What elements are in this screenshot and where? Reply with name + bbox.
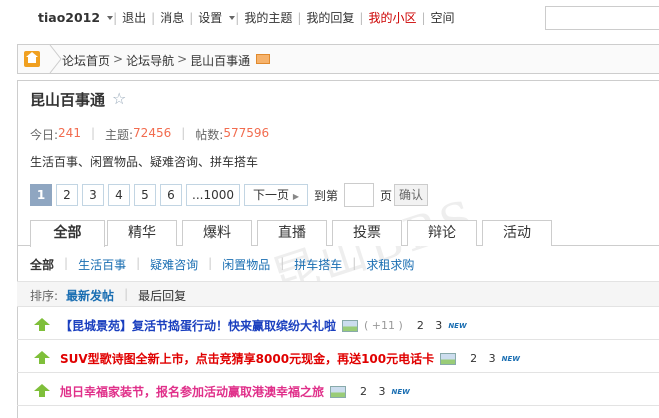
thread-up-arrow-icon (34, 318, 50, 331)
thread-pages[interactable]: 2 3 (360, 385, 390, 398)
page-button-2[interactable]: 2 (56, 184, 78, 206)
top-bar: tiao2012 | 退出 | 消息 | 设置 | 我的主题 | 我的回复 | … (0, 0, 659, 36)
subcategory-filter: 全部 | 生活百事 | 疑难咨询 | 闲置物品 | 拼车搭车 | 求租求购 (30, 256, 414, 273)
thread-title-link[interactable]: 旭日幸福家装节，报名参加活动赢取港澳幸福之旅 (60, 383, 324, 400)
page-button-4[interactable]: 4 (108, 184, 130, 206)
table-row[interactable]: SUV型歌诗图全新上市，点击竞猜享8000元现金，再送100元电话卡 2 3 N… (17, 341, 659, 373)
table-row[interactable]: 旭日幸福家装节，报名参加活动赢取港澳幸福之旅 2 3 NEW (17, 374, 659, 406)
sort-last-reply[interactable]: 最后回复 (138, 287, 186, 304)
subcat-all[interactable]: 全部 (30, 256, 54, 273)
tab-poll[interactable]: 投票 (332, 220, 402, 246)
divider: | (90, 126, 95, 140)
subcat-idle-items[interactable]: 闲置物品 (222, 256, 270, 273)
page-button-5[interactable]: 5 (134, 184, 156, 206)
breadcrumb-links: 论坛首页 > 论坛导航 > 昆山百事通 (62, 52, 271, 69)
page-button-1[interactable]: 1 (30, 184, 52, 206)
tab-all[interactable]: 全部 (30, 220, 105, 247)
subcat-carpool[interactable]: 拼车搭车 (294, 256, 342, 273)
page-button-6[interactable]: 6 (160, 184, 182, 206)
subcat-questions[interactable]: 疑难咨询 (150, 256, 198, 273)
jump-label: 到第 (313, 188, 338, 203)
divider: | (208, 256, 213, 270)
messages-link[interactable]: 消息 (155, 11, 189, 25)
new-badge: NEW (448, 321, 467, 330)
tab-digest[interactable]: 精华 (107, 220, 177, 246)
image-attachment-icon (330, 385, 347, 398)
sort-newest[interactable]: 最新发帖 (66, 287, 114, 304)
thread-pages[interactable]: 2 3 (470, 352, 500, 365)
page-jump-input[interactable] (344, 183, 374, 207)
page-button-3[interactable]: 3 (82, 184, 104, 206)
tab-activity[interactable]: 活动 (482, 220, 552, 246)
divider: | (136, 256, 141, 270)
top-nav: tiao2012 | 退出 | 消息 | 设置 | 我的主题 | 我的回复 | … (38, 11, 460, 26)
breadcrumb-forum-home[interactable]: 论坛首页 (62, 52, 110, 69)
sort-label: 排序: (30, 289, 59, 303)
image-attachment-icon (440, 352, 457, 365)
chevron-right-icon: > (113, 52, 124, 66)
next-page-button[interactable]: 下一页 ▶ (243, 184, 308, 206)
forum-stats: 今日: 241 | 主题: 72456 | 帖数: 577596 (30, 126, 269, 143)
divider: | (352, 256, 357, 270)
new-badge: NEW (391, 387, 410, 396)
topics-count: 72456 (133, 126, 172, 140)
table-row[interactable]: 【昆城景苑】复活节捣蛋行动！快来赢取缤纷大礼啦 ( +11 ) 2 3 NEW (17, 308, 659, 340)
forum-description: 生活百事、闲置物品、疑难咨询、拼车搭车 (30, 155, 259, 169)
breadcrumb: 论坛首页 > 论坛导航 > 昆山百事通 (17, 44, 659, 74)
username-link[interactable]: tiao2012 (38, 11, 105, 25)
thread-up-arrow-icon (34, 351, 50, 364)
divider: | (181, 126, 186, 140)
today-count: 241 (58, 126, 81, 140)
tab-live[interactable]: 直播 (257, 220, 327, 246)
settings-link[interactable]: 设置 (193, 11, 227, 25)
page-button-last[interactable]: ...1000 (186, 184, 240, 206)
thread-pages[interactable]: 2 3 (417, 319, 447, 332)
thread-up-arrow-icon (34, 384, 50, 397)
pagination: 1 2 3 4 5 6 ...1000 下一页 ▶ 到第 页 确认 (30, 183, 429, 207)
page-unit-label: 页 (380, 188, 393, 203)
breadcrumb-current[interactable]: 昆山百事通 (190, 52, 250, 69)
next-page-label: 下一页 (252, 188, 289, 202)
logout-link[interactable]: 退出 (117, 11, 151, 25)
new-badge: NEW (501, 354, 520, 363)
breadcrumb-forum-nav[interactable]: 论坛导航 (126, 52, 174, 69)
divider: | (124, 287, 129, 301)
breadcrumb-separator-icon (49, 45, 62, 73)
thread-type-tabs: 全部 精华 爆料 直播 投票 辩论 活动 (17, 216, 659, 247)
posts-label: 帖数: (195, 128, 224, 142)
topics-label: 主题: (105, 128, 134, 142)
my-topics-link[interactable]: 我的主题 (239, 11, 297, 25)
thread-title-link[interactable]: SUV型歌诗图全新上市，点击竞猜享8000元现金，再送100元电话卡 (60, 350, 434, 367)
divider: | (64, 256, 69, 270)
tab-debate[interactable]: 辩论 (407, 220, 477, 246)
my-replies-link[interactable]: 我的回复 (301, 11, 359, 25)
posts-count: 577596 (223, 126, 270, 140)
image-attachment-icon (342, 319, 359, 332)
tab-scoop[interactable]: 爆料 (182, 220, 252, 246)
sort-bar: 排序: 最新发帖 | 最后回复 (17, 281, 659, 307)
my-community-link[interactable]: 我的小区 (363, 11, 421, 25)
today-label: 今日: (30, 128, 59, 142)
chevron-right-icon: > (177, 52, 188, 66)
divider: | (280, 256, 285, 270)
page-title: 昆山百事通 (30, 91, 106, 109)
subcat-life[interactable]: 生活百事 (78, 256, 126, 273)
space-link[interactable]: 空间 (426, 11, 460, 25)
chevron-right-icon: ▶ (292, 192, 299, 201)
more-pages-link[interactable]: ( +11 ) (364, 319, 403, 332)
confirm-button[interactable]: 确认 (394, 184, 429, 206)
forum-panel: 昆山百事通 ☆ 今日: 241 | 主题: 72456 | 帖数: 577596… (17, 80, 659, 418)
rss-icon[interactable] (256, 54, 271, 64)
favorite-star-icon[interactable]: ☆ (112, 89, 126, 108)
home-icon[interactable] (24, 51, 40, 67)
thread-title-link[interactable]: 【昆城景苑】复活节捣蛋行动！快来赢取缤纷大礼啦 (60, 317, 336, 334)
subcat-rent-buy[interactable]: 求租求购 (366, 256, 414, 273)
search-input[interactable] (545, 6, 659, 30)
